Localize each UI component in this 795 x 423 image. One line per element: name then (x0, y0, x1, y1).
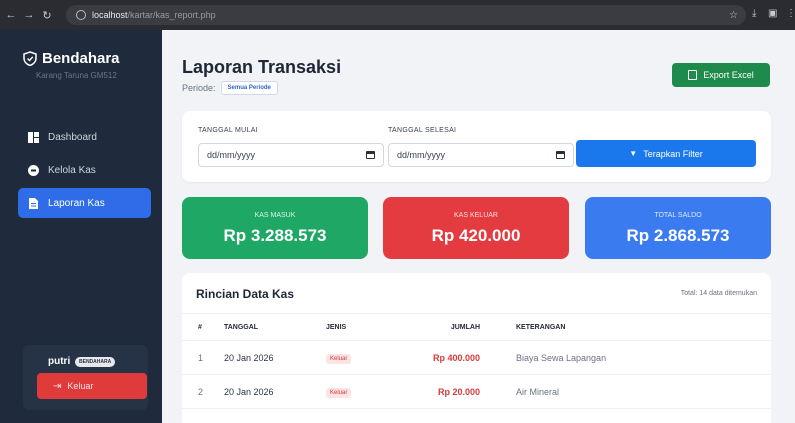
site-info-icon[interactable] (76, 10, 86, 20)
filter-card: TANGGAL MULAI dd/mm/yyyy TANGGAL SELESAI… (182, 111, 771, 182)
table-row: 2 20 Jan 2026 Keluar Rp 20.000 Air Miner… (182, 375, 771, 409)
kas-keluar-label: KAS KELUAR (454, 212, 498, 219)
logout-icon: ⇥ (53, 380, 62, 392)
brand[interactable]: Bendahara (23, 50, 120, 67)
row-keterangan: Air Mineral (516, 387, 560, 397)
calendar-icon[interactable] (366, 151, 375, 159)
url-host: localhost (92, 10, 128, 20)
kas-masuk-value: Rp 3.288.573 (223, 226, 327, 245)
total-saldo-value: Rp 2.868.573 (626, 226, 730, 245)
header-jumlah: JUMLAH (450, 324, 480, 331)
url-path: /kartar/kas_report.php (127, 10, 216, 20)
user-panel: putri BENDAHARA ⇥ Keluar (23, 345, 148, 410)
browser-toolbar: ← → ↻ localhost /kartar/kas_report.php ☆… (0, 0, 795, 30)
reload-icon[interactable]: ↻ (40, 9, 54, 22)
end-date-input[interactable]: dd/mm/yyyy (388, 143, 574, 167)
dashboard-icon (28, 131, 39, 143)
sidebar-item-kelola-kas[interactable]: Kelola Kas (18, 155, 151, 185)
periode-label: Periode: (182, 83, 216, 93)
back-arrow-icon[interactable]: ← (4, 9, 18, 21)
header-jenis: JENIS (326, 324, 347, 331)
role-badge: BENDAHARA (75, 357, 116, 367)
header-tanggal: TANGGAL (224, 324, 259, 331)
header-no: # (198, 324, 202, 331)
sidebar-item-laporan-kas[interactable]: Laporan Kas (18, 188, 151, 218)
sidebar-item-dashboard[interactable]: Dashboard (18, 122, 151, 152)
start-date-input[interactable]: dd/mm/yyyy (198, 143, 384, 167)
export-excel-button[interactable]: Export Excel (672, 63, 770, 87)
row-jumlah: Rp 20.000 (437, 387, 480, 397)
kas-masuk-card: KAS MASUK Rp 3.288.573 (182, 197, 368, 259)
row-jumlah: Rp 400.000 (432, 353, 480, 363)
forward-arrow-icon[interactable]: → (22, 9, 36, 21)
row-tanggal: 20 Jan 2026 (224, 387, 274, 397)
row-jenis: Keluar (326, 353, 352, 364)
jenis-badge: Keluar (326, 388, 352, 398)
row-tanggal: 20 Jan 2026 (224, 353, 274, 363)
filter-icon: ▼ (629, 149, 638, 158)
sidebar: Bendahara Karang Taruna GM512 Dashboard … (0, 30, 162, 423)
logout-label: Keluar (67, 381, 94, 391)
total-saldo-label: TOTAL SALDO (654, 212, 702, 219)
sidebar-item-label: Dashboard (48, 131, 97, 143)
shield-icon (23, 51, 37, 66)
header-keterangan: KETERANGAN (516, 324, 566, 331)
bookmark-star-icon[interactable]: ☆ (729, 10, 738, 21)
user-name: putri (48, 356, 71, 367)
brand-subtitle: Karang Taruna GM512 (36, 71, 117, 80)
kas-keluar-card: KAS KELUAR Rp 420.000 (383, 197, 569, 259)
table-row: 1 20 Jan 2026 Keluar Rp 400.000 Biaya Se… (182, 341, 771, 375)
document-icon (28, 197, 39, 209)
address-bar[interactable]: localhost /kartar/kas_report.php ☆ (66, 5, 746, 25)
periode-badge: Semua Periode (220, 81, 278, 95)
wallet-icon (28, 164, 39, 176)
sidebar-item-label: Kelola Kas (48, 164, 96, 176)
start-date-value: dd/mm/yyyy (207, 150, 256, 160)
export-label: Export Excel (703, 70, 754, 80)
start-date-label: TANGGAL MULAI (198, 127, 258, 134)
end-date-label: TANGGAL SELESAI (388, 127, 457, 134)
total-saldo-card: TOTAL SALDO Rp 2.868.573 (585, 197, 771, 259)
apply-filter-button[interactable]: ▼ Terapkan Filter (576, 140, 756, 167)
kas-keluar-value: Rp 420.000 (431, 226, 521, 245)
download-icon[interactable]: ⤓ (752, 8, 756, 19)
logout-button[interactable]: ⇥ Keluar (37, 373, 147, 399)
row-jenis: Keluar (326, 387, 352, 398)
data-table-card: Rincian Data Kas Total: 14 data ditemuka… (182, 273, 771, 423)
sidebar-item-label: Laporan Kas (48, 197, 105, 209)
apply-filter-label: Terapkan Filter (643, 148, 703, 159)
row-no: 2 (198, 387, 204, 397)
brand-name: Bendahara (42, 50, 120, 67)
jenis-badge: Keluar (326, 354, 352, 364)
table-total: Total: 14 data ditemukan (680, 290, 757, 297)
row-keterangan: Biaya Sewa Lapangan (516, 353, 607, 363)
page-title: Laporan Transaksi (182, 57, 342, 77)
table-title: Rincian Data Kas (196, 287, 295, 301)
row-no: 1 (198, 353, 204, 363)
table-header: # TANGGAL JENIS JUMLAH KETERANGAN (182, 313, 771, 341)
menu-dots-icon[interactable]: ⋮ (786, 8, 795, 19)
kas-masuk-label: KAS MASUK (254, 212, 296, 219)
calendar-icon[interactable] (556, 151, 565, 159)
end-date-value: dd/mm/yyyy (397, 150, 446, 160)
extension-icon[interactable]: ▣ (768, 8, 777, 19)
file-excel-icon (688, 70, 698, 80)
periode-info: Periode: Semua Periode (182, 81, 278, 95)
